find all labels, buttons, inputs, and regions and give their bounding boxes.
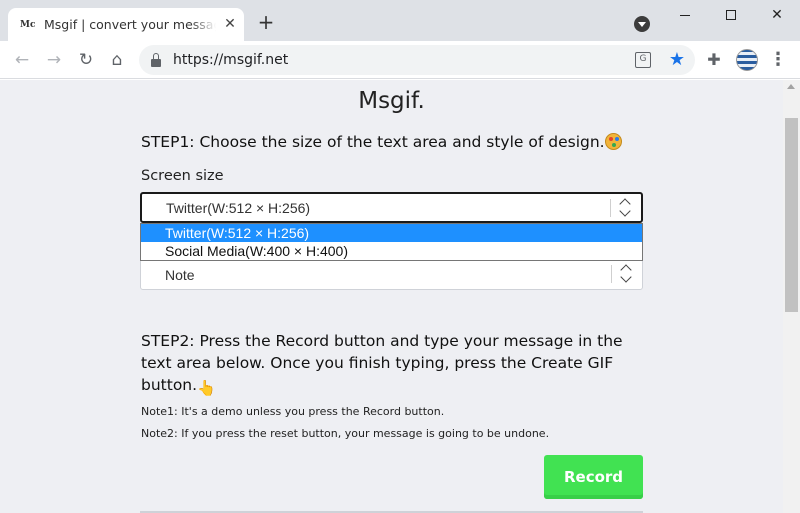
page-scrollbar[interactable] (783, 80, 800, 513)
minimize-icon (680, 14, 690, 16)
extensions-puzzle-icon[interactable]: ✚ (704, 50, 724, 70)
scrollbar-thumb[interactable] (785, 118, 798, 312)
forward-arrow-icon[interactable]: → (43, 49, 65, 71)
dropdown-option-social-media[interactable]: Social Media(W:400 × H:400) (141, 242, 642, 260)
screen-size-select[interactable]: Twitter(W:512 × H:256) (140, 192, 643, 223)
maximize-button[interactable] (708, 0, 754, 30)
site-logo: Msgif. (0, 88, 783, 114)
record-button[interactable]: Record (544, 455, 643, 499)
url-text[interactable]: https://msgif.net (173, 51, 288, 69)
logo-text: Msgif (358, 88, 418, 114)
address-bar[interactable]: https://msgif.net G ★ (139, 45, 695, 75)
tab-strip: Mc Msgif | convert your message into GIF… (0, 0, 800, 41)
tab-search-icon[interactable] (634, 16, 650, 32)
maximize-icon (726, 10, 736, 20)
home-icon[interactable]: ⌂ (106, 49, 128, 71)
browser-menu-icon[interactable]: ⋮ (768, 49, 788, 71)
updown-chevron-icon (619, 197, 631, 219)
window-close-button[interactable]: ✕ (754, 0, 800, 30)
minimize-button[interactable] (662, 0, 708, 30)
updown-chevron-icon (620, 263, 632, 285)
step1-text: STEP1: Choose the size of the text area … (141, 133, 605, 151)
browser-tab[interactable]: Mc Msgif | convert your message into GIF… (8, 8, 244, 41)
lock-icon[interactable] (151, 53, 161, 67)
step2-heading: STEP2: Press the Record button and type … (141, 330, 631, 397)
note1-text: Note1: It's a demo unless you press the … (141, 405, 445, 418)
screen-size-dropdown: Twitter(W:512 × H:256) Social Media(W:40… (140, 223, 643, 261)
new-tab-button[interactable]: + (256, 12, 276, 32)
bookmark-star-icon[interactable]: ★ (667, 50, 687, 70)
translate-icon[interactable]: G (635, 52, 651, 68)
design-style-select[interactable]: Note (140, 259, 643, 290)
page-viewport: Msgif. STEP1: Choose the size of the tex… (0, 80, 783, 513)
screen-size-label: Screen size (141, 168, 224, 184)
palette-emoji-icon (604, 133, 622, 150)
design-style-value: Note (165, 267, 195, 283)
logo-dot: . (417, 88, 425, 114)
note2-text: Note2: If you press the reset button, yo… (141, 427, 550, 440)
tab-title: Msgif | convert your message into GIF (44, 17, 216, 32)
select-divider (611, 265, 612, 283)
site-favicon-icon: Mc (20, 20, 36, 30)
browser-toolbar: ← → ↻ ⌂ https://msgif.net G ★ ✚ ⋮ (0, 41, 800, 79)
scroll-up-arrow-icon[interactable] (787, 84, 795, 89)
select-divider (610, 199, 611, 217)
close-tab-icon[interactable]: ✕ (222, 16, 238, 32)
step1-heading: STEP1: Choose the size of the text area … (141, 131, 631, 153)
pointing-hand-emoji-icon: 👆 (197, 379, 216, 397)
screen-size-value: Twitter(W:512 × H:256) (166, 200, 311, 216)
profile-avatar[interactable] (736, 49, 758, 71)
dropdown-option-twitter[interactable]: Twitter(W:512 × H:256) (141, 224, 642, 242)
reload-icon[interactable]: ↻ (75, 49, 97, 71)
back-arrow-icon[interactable]: ← (11, 49, 33, 71)
